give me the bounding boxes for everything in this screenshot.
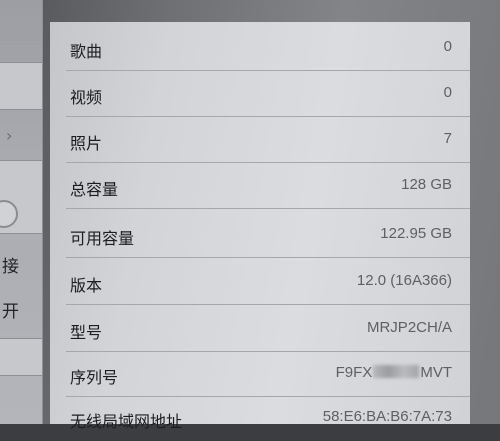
row-version[interactable]: 版本 12.0 (16A366) [50, 260, 470, 305]
sidebar-row[interactable] [0, 62, 42, 110]
row-label: 视频 [70, 88, 103, 107]
row-divider [66, 70, 470, 71]
row-model[interactable]: 型号 MRJP2CH/A [50, 307, 470, 352]
redaction-blur [373, 365, 420, 378]
row-label: 序列号 [70, 368, 119, 387]
row-divider [66, 162, 470, 163]
row-capacity: 总容量 128 GB [50, 164, 470, 209]
sidebar-item-label[interactable]: 开 [2, 297, 19, 322]
row-label: 版本 [70, 276, 103, 295]
serial-suffix: MVT [420, 364, 452, 381]
row-available: 可用容量 122.95 GB [50, 213, 470, 258]
row-serial[interactable]: 序列号 F9FX MVT [50, 352, 470, 397]
row-value: 7 [443, 130, 452, 147]
row-label: 照片 [70, 134, 103, 153]
row-value[interactable]: F9FX MVT [336, 364, 452, 381]
sidebar-item-label[interactable]: 接 [2, 252, 19, 277]
serial-prefix: F9FX [335, 364, 373, 381]
row-value[interactable]: MRJP2CH/A [367, 319, 452, 336]
row-value: 122.95 GB [380, 225, 452, 242]
row-label: 型号 [70, 323, 103, 342]
about-info-table: 歌曲 0 视频 0 照片 7 总容量 128 GB 可用容量 122.95 GB… [50, 22, 470, 431]
row-value: 0 [443, 84, 452, 101]
chevron-right-icon[interactable]: › [6, 126, 12, 145]
row-value: 58:E6:BA:B6:7A:73 [322, 408, 452, 425]
row-divider [66, 257, 470, 258]
row-label: 总容量 [70, 180, 119, 199]
row-songs: 歌曲 0 [50, 26, 470, 71]
row-wifi-address: 无线局域网地址 58:E6:BA:B6:7A:73 [50, 396, 470, 441]
row-label: 歌曲 [70, 42, 103, 61]
row-photos: 照片 7 [50, 118, 470, 163]
row-value: 0 [443, 38, 452, 55]
row-label: 无线局域网地址 [70, 412, 183, 431]
row-label: 可用容量 [70, 229, 135, 248]
row-value[interactable]: 12.0 (16A366) [357, 272, 452, 289]
row-divider [66, 208, 470, 209]
row-divider [66, 304, 470, 305]
sidebar-row[interactable] [0, 338, 42, 376]
settings-sidebar: › 接 开 [0, 0, 43, 424]
row-divider [66, 116, 470, 117]
row-value: 128 GB [401, 176, 452, 193]
row-videos: 视频 0 [50, 72, 470, 117]
